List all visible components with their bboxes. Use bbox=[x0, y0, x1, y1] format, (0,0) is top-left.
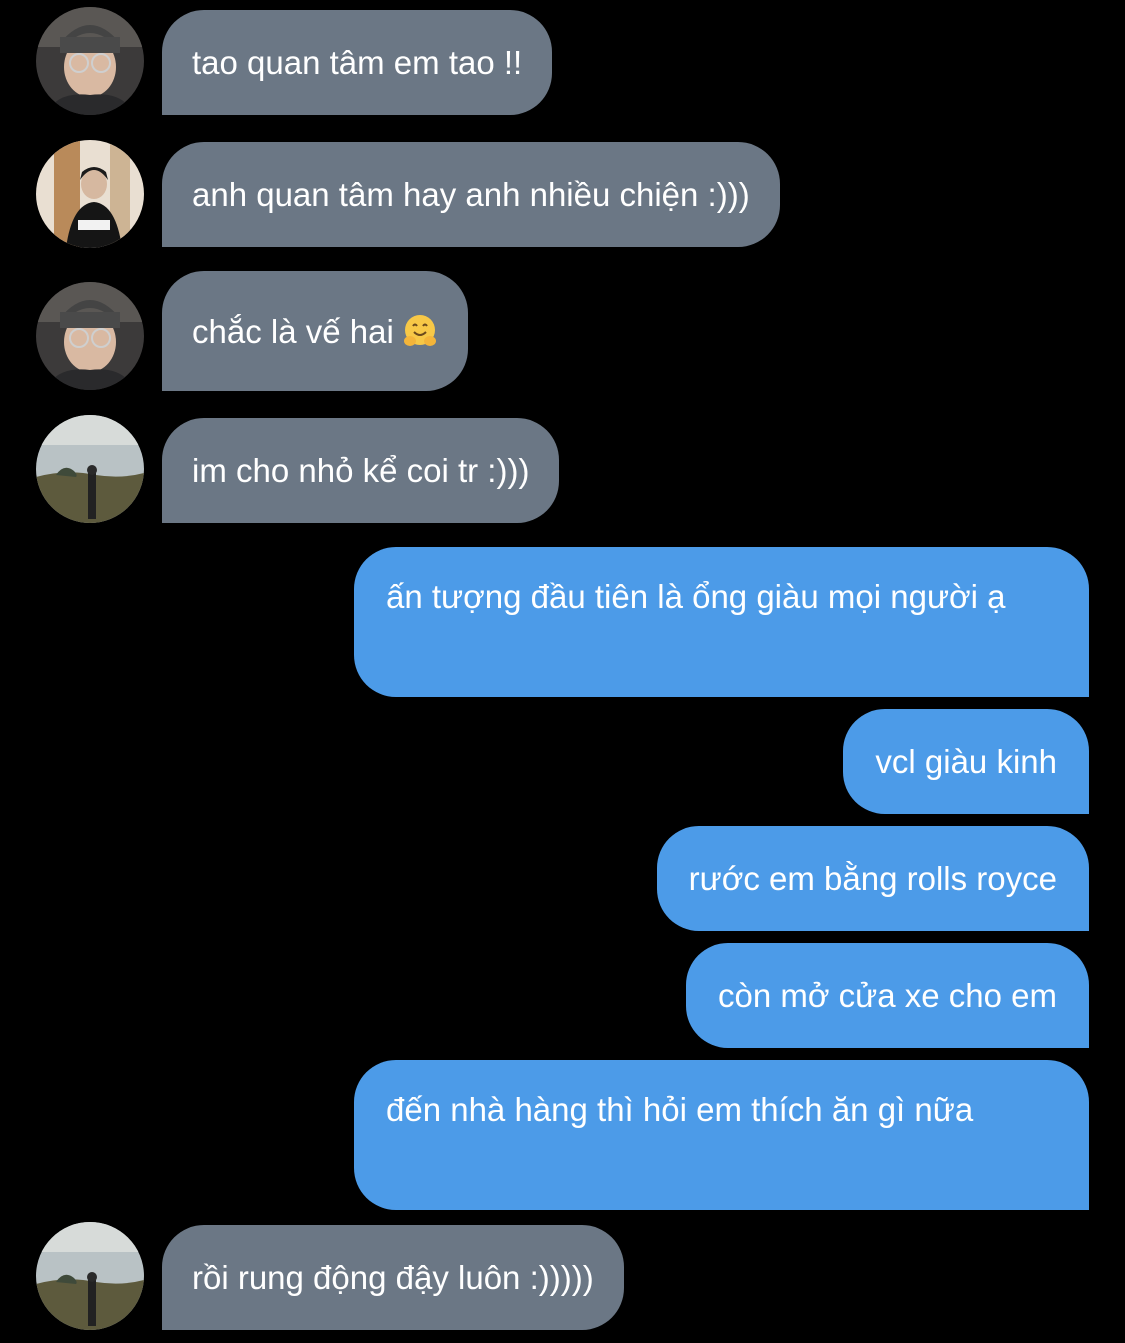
message-bubble-incoming[interactable]: anh quan tâm hay anh nhiều chiện :))) bbox=[162, 142, 780, 247]
message-text: anh quan tâm hay anh nhiều chiện :))) bbox=[192, 176, 750, 213]
avatar-doorway[interactable] bbox=[36, 140, 144, 248]
message-text: im cho nhỏ kể coi tr :))) bbox=[192, 452, 530, 489]
avatar-field-sky[interactable] bbox=[36, 415, 144, 523]
message-bubble-outgoing[interactable]: vcl giàu kinh bbox=[843, 709, 1089, 814]
message-text: rồi rung động đậy luôn :))))) bbox=[192, 1259, 594, 1296]
avatar-photo-icon bbox=[36, 140, 144, 248]
message-text: ấn tượng đầu tiên là ổng giàu mọi người … bbox=[386, 578, 1006, 615]
message-bubble-incoming[interactable]: chắc là vế hai bbox=[162, 271, 468, 391]
hugging-face-emoji-icon bbox=[403, 315, 436, 346]
message-bubble-outgoing[interactable]: rước em bằng rolls royce bbox=[656, 826, 1089, 931]
avatar-beanie-glasses[interactable] bbox=[36, 282, 144, 390]
avatar-beanie-glasses[interactable] bbox=[36, 7, 144, 115]
message-bubble-incoming[interactable]: tao quan tâm em tao !! bbox=[162, 10, 553, 115]
message-bubble-incoming[interactable]: im cho nhỏ kể coi tr :))) bbox=[162, 418, 560, 523]
avatar-photo-icon bbox=[36, 415, 144, 523]
message-text: đến nhà hàng thì hỏi em thích ăn gì nữa bbox=[386, 1091, 974, 1128]
avatar-photo-icon bbox=[36, 282, 144, 390]
message-bubble-outgoing[interactable]: ấn tượng đầu tiên là ổng giàu mọi người … bbox=[354, 547, 1089, 697]
message-text: rước em bằng rolls royce bbox=[688, 860, 1057, 897]
avatar-photo-icon bbox=[36, 1222, 144, 1330]
message-text: vcl giàu kinh bbox=[875, 743, 1057, 780]
message-text: tao quan tâm em tao !! bbox=[192, 44, 523, 81]
message-bubble-incoming[interactable]: rồi rung động đậy luôn :))))) bbox=[162, 1225, 624, 1330]
message-text: chắc là vế hai bbox=[192, 312, 394, 350]
message-text: còn mở cửa xe cho em bbox=[717, 977, 1057, 1014]
avatar-field-sky[interactable] bbox=[36, 1222, 144, 1330]
message-bubble-outgoing[interactable]: còn mở cửa xe cho em bbox=[685, 943, 1089, 1048]
avatar-photo-icon bbox=[36, 7, 144, 115]
message-bubble-outgoing[interactable]: đến nhà hàng thì hỏi em thích ăn gì nữa bbox=[354, 1060, 1089, 1210]
